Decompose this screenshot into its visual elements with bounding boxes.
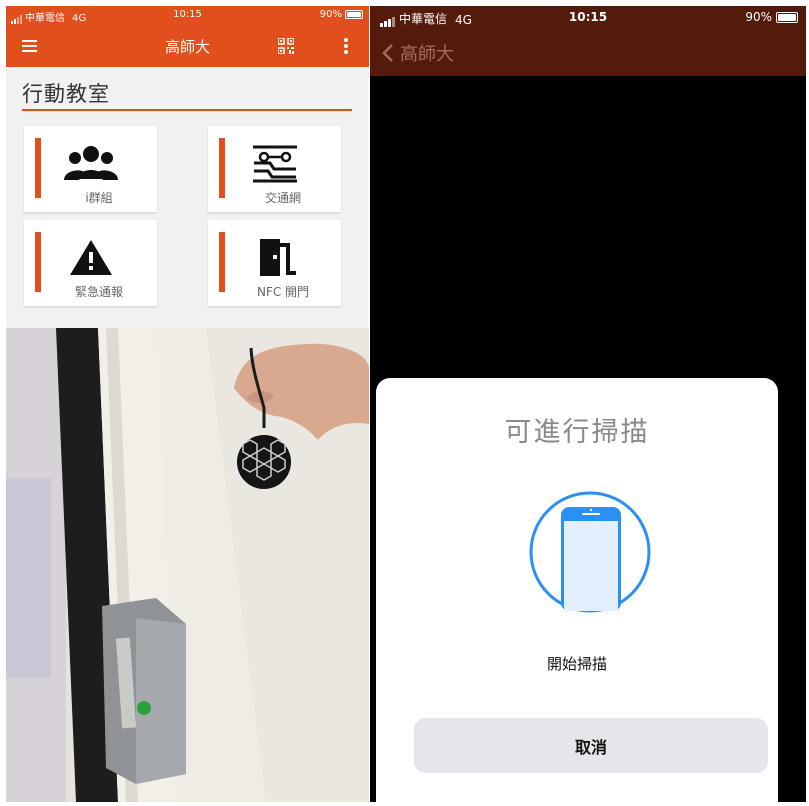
battery-percent: 90% <box>319 9 342 20</box>
chevron-left-icon <box>382 44 393 62</box>
more-vert-icon[interactable] <box>343 36 349 56</box>
status-time: 10:15 <box>568 10 608 24</box>
app-home-screen: 中華電信 4G 10:15 90% 高師大 行動教室 i群組 交通網 緊急通報 … <box>6 6 369 802</box>
status-bar: 中華電信 4G 10:15 90% <box>370 6 806 28</box>
transit-network-icon <box>252 145 297 183</box>
tile-nfc-open-door[interactable]: NFC 開門 <box>208 220 341 306</box>
app-title: 高師大 <box>164 38 210 56</box>
door-icon <box>259 239 296 276</box>
cancel-button[interactable]: 取消 <box>414 718 768 773</box>
tile-label: 緊急通報 <box>74 285 123 299</box>
tile-label: NFC 開門 <box>256 285 310 299</box>
app-bar: 高師大 <box>6 25 369 67</box>
nfc-scan-sheet: 可進行掃描 開始掃描 取消 <box>376 378 778 802</box>
warning-icon <box>69 240 112 275</box>
tile-i-group[interactable]: i群組 <box>24 126 157 212</box>
phone-scan-icon <box>529 491 651 613</box>
back-label: 高師大 <box>400 44 454 65</box>
app-bar: 高師大 <box>370 28 806 76</box>
tile-label: i群組 <box>85 191 113 205</box>
status-bar: 中華電信 4G 10:15 90% <box>6 6 369 25</box>
qr-code-icon[interactable] <box>278 38 294 54</box>
section-divider <box>22 109 352 111</box>
back-button[interactable]: 高師大 <box>382 40 454 66</box>
tile-label: 交通網 <box>264 191 301 205</box>
battery-percent: 90% <box>745 10 772 24</box>
nfc-door-photo <box>6 328 369 802</box>
section-title: 行動教室 <box>22 82 110 106</box>
sheet-message: 開始掃描 <box>546 655 607 673</box>
battery-icon <box>345 10 363 19</box>
status-time: 10:15 <box>173 9 202 20</box>
tile-transit-network[interactable]: 交通網 <box>208 126 341 212</box>
group-icon <box>63 146 118 180</box>
tile-emergency-report[interactable]: 緊急通報 <box>24 220 157 306</box>
nfc-scan-screen: 中華電信 4G 10:15 90% 高師大 可進行掃描 開始掃描 取消 <box>370 6 806 802</box>
sheet-title: 可進行掃描 <box>504 417 650 448</box>
battery-icon <box>776 11 798 23</box>
